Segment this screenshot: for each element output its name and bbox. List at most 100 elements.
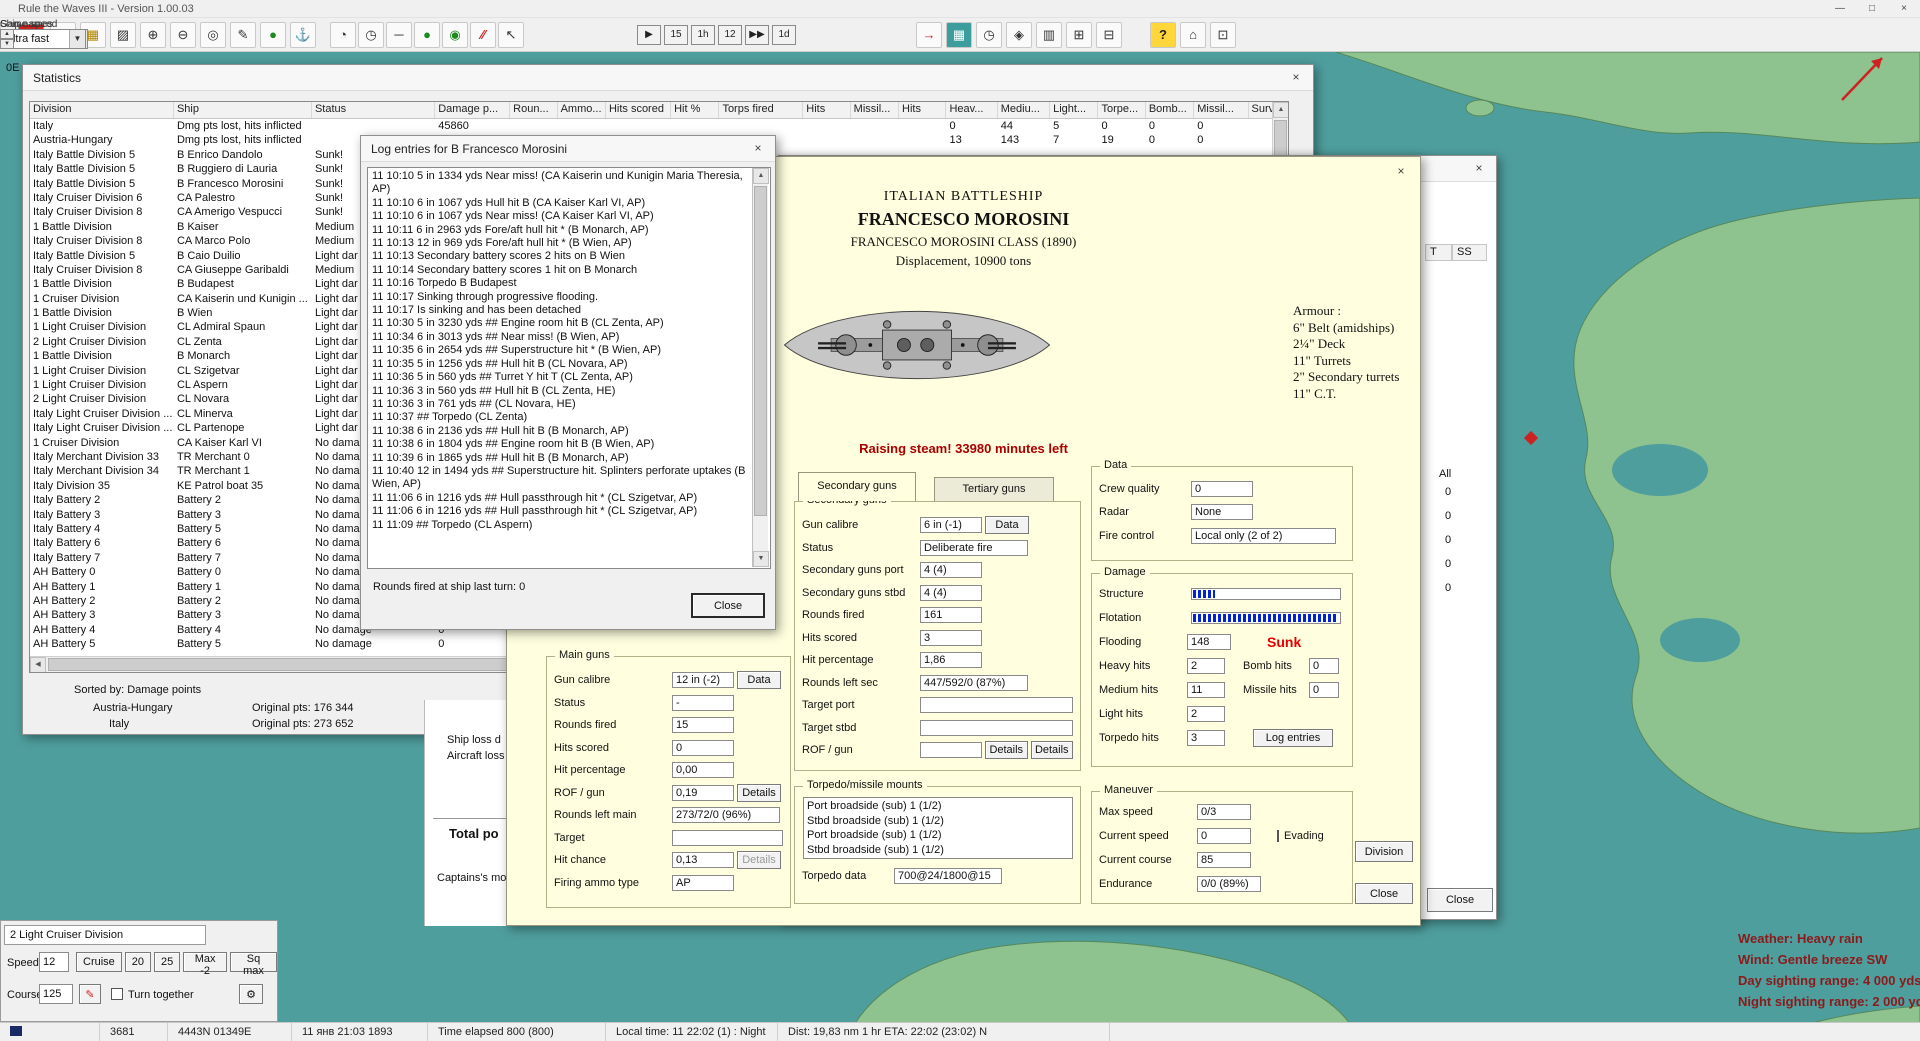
light-hits-value[interactable]: 2 — [1187, 706, 1225, 722]
log-entry[interactable]: 11 10:30 5 in 3230 yds ## Engine room hi… — [370, 317, 752, 330]
table-row[interactable]: Italy Dmg pts lost, hits inflicted 45860… — [30, 119, 1288, 133]
column-header[interactable]: Missil... — [851, 102, 899, 118]
field-value[interactable]: 0 — [1191, 481, 1253, 497]
medium-hits-value[interactable]: 11 — [1187, 682, 1225, 698]
field-value[interactable]: Deliberate fire — [920, 540, 1028, 556]
time-icon[interactable]: ◷ — [976, 22, 1002, 48]
log-scrollbar[interactable]: ▲ ▼ — [752, 168, 768, 567]
chart-icon[interactable]: ▥ — [1036, 22, 1062, 48]
map-icon[interactable]: ▦ — [946, 22, 972, 48]
column-header[interactable]: Division — [30, 102, 174, 118]
run-12h-button[interactable]: 12 — [718, 25, 742, 45]
heavy-hits-value[interactable]: 2 — [1187, 658, 1225, 674]
field-button[interactable]: Details — [1031, 741, 1074, 759]
speed-preset-button[interactable]: Max -2 — [183, 952, 227, 972]
field-button[interactable]: Details — [737, 784, 781, 802]
log-entry[interactable]: 11 10:10 5 in 1334 yds Near miss! (CA Ka… — [370, 170, 752, 197]
field-value[interactable]: 0 — [672, 740, 734, 756]
notes-icon[interactable]: ▨ — [110, 22, 136, 48]
speed-preset-button[interactable]: Sq max — [230, 952, 277, 972]
ship-close-button[interactable]: Close — [1355, 883, 1413, 904]
zoom-in-icon[interactable]: ⊕ — [140, 22, 166, 48]
close-icon[interactable]: × — [1888, 0, 1920, 18]
play-icon[interactable]: ▶ — [637, 25, 661, 45]
medal-icon[interactable]: ◈ — [1006, 22, 1032, 48]
speed-input[interactable]: 12 — [39, 952, 69, 972]
log-entry[interactable]: 11 10:40 12 in 1494 yds ## Superstructur… — [370, 465, 752, 492]
log-entry[interactable]: 11 10:17 Sinking through progressive flo… — [370, 291, 752, 304]
list-item[interactable]: 0 — [1445, 558, 1451, 582]
column-header[interactable]: Heav... — [946, 102, 997, 118]
close-icon[interactable]: × — [1392, 163, 1410, 180]
field-value[interactable]: Local only (2 of 2) — [1191, 528, 1336, 544]
dash-icon[interactable]: ─ — [386, 22, 412, 48]
speed-preset-button[interactable]: Cruise — [76, 952, 122, 972]
maximize-icon[interactable]: □ — [1856, 0, 1888, 18]
list-item[interactable]: Stbd broadside (sub) 1 (1/2) — [807, 843, 1069, 858]
max-speed-value[interactable]: 0/3 — [1197, 804, 1251, 820]
log-entry[interactable]: 11 10:38 6 in 1804 yds ## Engine room hi… — [370, 438, 752, 451]
tab-tertiary-guns[interactable]: Tertiary guns — [934, 477, 1054, 501]
field-value[interactable]: 6 in (-1) — [920, 517, 982, 533]
field-value[interactable]: 161 — [920, 607, 982, 623]
fast-forward-icon[interactable]: ▶▶ — [745, 25, 769, 45]
search-icon[interactable]: ◎ — [200, 22, 226, 48]
run-15-button[interactable]: 15 — [664, 25, 688, 45]
close-icon[interactable]: × — [1287, 69, 1305, 86]
column-header[interactable]: Hits — [899, 102, 946, 118]
endurance-value[interactable]: 0/0 (89%) — [1197, 876, 1261, 892]
spin-down-icon[interactable]: ▼ — [0, 39, 14, 49]
log-entry[interactable]: 11 10:36 3 in 560 yds ## Hull hit B (CL … — [370, 385, 752, 398]
fleet-close-button[interactable]: Close — [1427, 888, 1493, 912]
column-header[interactable]: Ship — [174, 102, 312, 118]
log-entry[interactable]: 11 10:34 6 in 3013 yds ## Near miss! (B … — [370, 331, 752, 344]
speed-preset-button[interactable]: 20 — [125, 952, 151, 972]
log-entry[interactable]: 11 10:13 Secondary battery scores 2 hits… — [370, 250, 752, 263]
column-header[interactable]: T — [1425, 244, 1452, 261]
current-course-value[interactable]: 85 — [1197, 852, 1251, 868]
log-entry[interactable]: 11 10:35 5 in 1256 yds ## Hull hit B (CL… — [370, 358, 752, 371]
field-value[interactable]: None — [1191, 504, 1253, 520]
globe-icon[interactable]: ● — [260, 22, 286, 48]
column-header[interactable]: SS — [1452, 244, 1487, 261]
torpedo-data-value[interactable]: 700@24/1800@15 — [894, 868, 1002, 884]
current-speed-value[interactable]: 0 — [1197, 828, 1251, 844]
column-header[interactable]: Status — [312, 102, 435, 118]
plot-course-icon[interactable]: ✎ — [79, 984, 101, 1004]
field-button[interactable]: Details — [985, 741, 1028, 759]
log-entry[interactable]: 11 11:09 ## Torpedo (CL Aspern) — [370, 519, 752, 532]
list-item[interactable]: Port broadside (sub) 1 (1/2) — [807, 828, 1069, 843]
column-header[interactable]: Mediu... — [998, 102, 1050, 118]
field-value[interactable]: 447/592/0 (87%) — [920, 675, 1028, 691]
bomb-hits-value[interactable]: 0 — [1309, 658, 1339, 674]
scroll-down-icon[interactable]: ▼ — [753, 551, 769, 567]
log-entry[interactable]: 11 10:36 5 in 560 yds ## Turret Y hit T … — [370, 371, 752, 384]
field-value[interactable]: 12 in (-2) — [672, 672, 734, 688]
log-entry[interactable]: 11 10:14 Secondary battery scores 1 hit … — [370, 264, 752, 277]
field-value[interactable]: 0,13 — [672, 852, 734, 868]
evading-checkbox[interactable] — [1277, 830, 1279, 842]
column-header[interactable]: Torpe... — [1098, 102, 1145, 118]
field-value[interactable]: 4 (4) — [920, 562, 982, 578]
course-input[interactable]: 125 — [39, 984, 73, 1004]
column-header[interactable]: Torps fired — [719, 102, 803, 118]
log-entry[interactable]: 11 10:36 3 in 761 yds ## (CL Novara, HE) — [370, 398, 752, 411]
spin-up-icon[interactable]: ▲ — [0, 29, 14, 39]
scroll-left-icon[interactable]: ◀ — [30, 657, 46, 673]
column-header[interactable]: Hits — [803, 102, 850, 118]
speed-preset-button[interactable]: 25 — [154, 952, 180, 972]
contact-icon[interactable]: ◉ — [442, 22, 468, 48]
advance-arrow-icon[interactable]: → — [916, 22, 942, 48]
field-button[interactable]: Details — [737, 851, 781, 869]
signal-icon[interactable]: ● — [414, 22, 440, 48]
log-entries-list[interactable]: 11 10:10 5 in 1334 yds Near miss! (CA Ka… — [367, 167, 771, 569]
cursor-icon[interactable]: ↖ — [498, 22, 524, 48]
log-entry[interactable]: 11 10:17 Is sinking and has been detache… — [370, 304, 752, 317]
pencil-icon[interactable]: ✎ — [230, 22, 256, 48]
log-entry[interactable]: 11 10:10 6 in 1067 yds Near miss! (CA Ka… — [370, 210, 752, 223]
log-entry[interactable]: 11 10:16 Torpedo B Budapest — [370, 277, 752, 290]
field-value[interactable]: 3 — [920, 630, 982, 646]
filter-all-label[interactable]: All — [1439, 468, 1451, 480]
minimize-icon[interactable]: — — [1824, 0, 1856, 18]
close-icon[interactable]: × — [1470, 160, 1488, 177]
